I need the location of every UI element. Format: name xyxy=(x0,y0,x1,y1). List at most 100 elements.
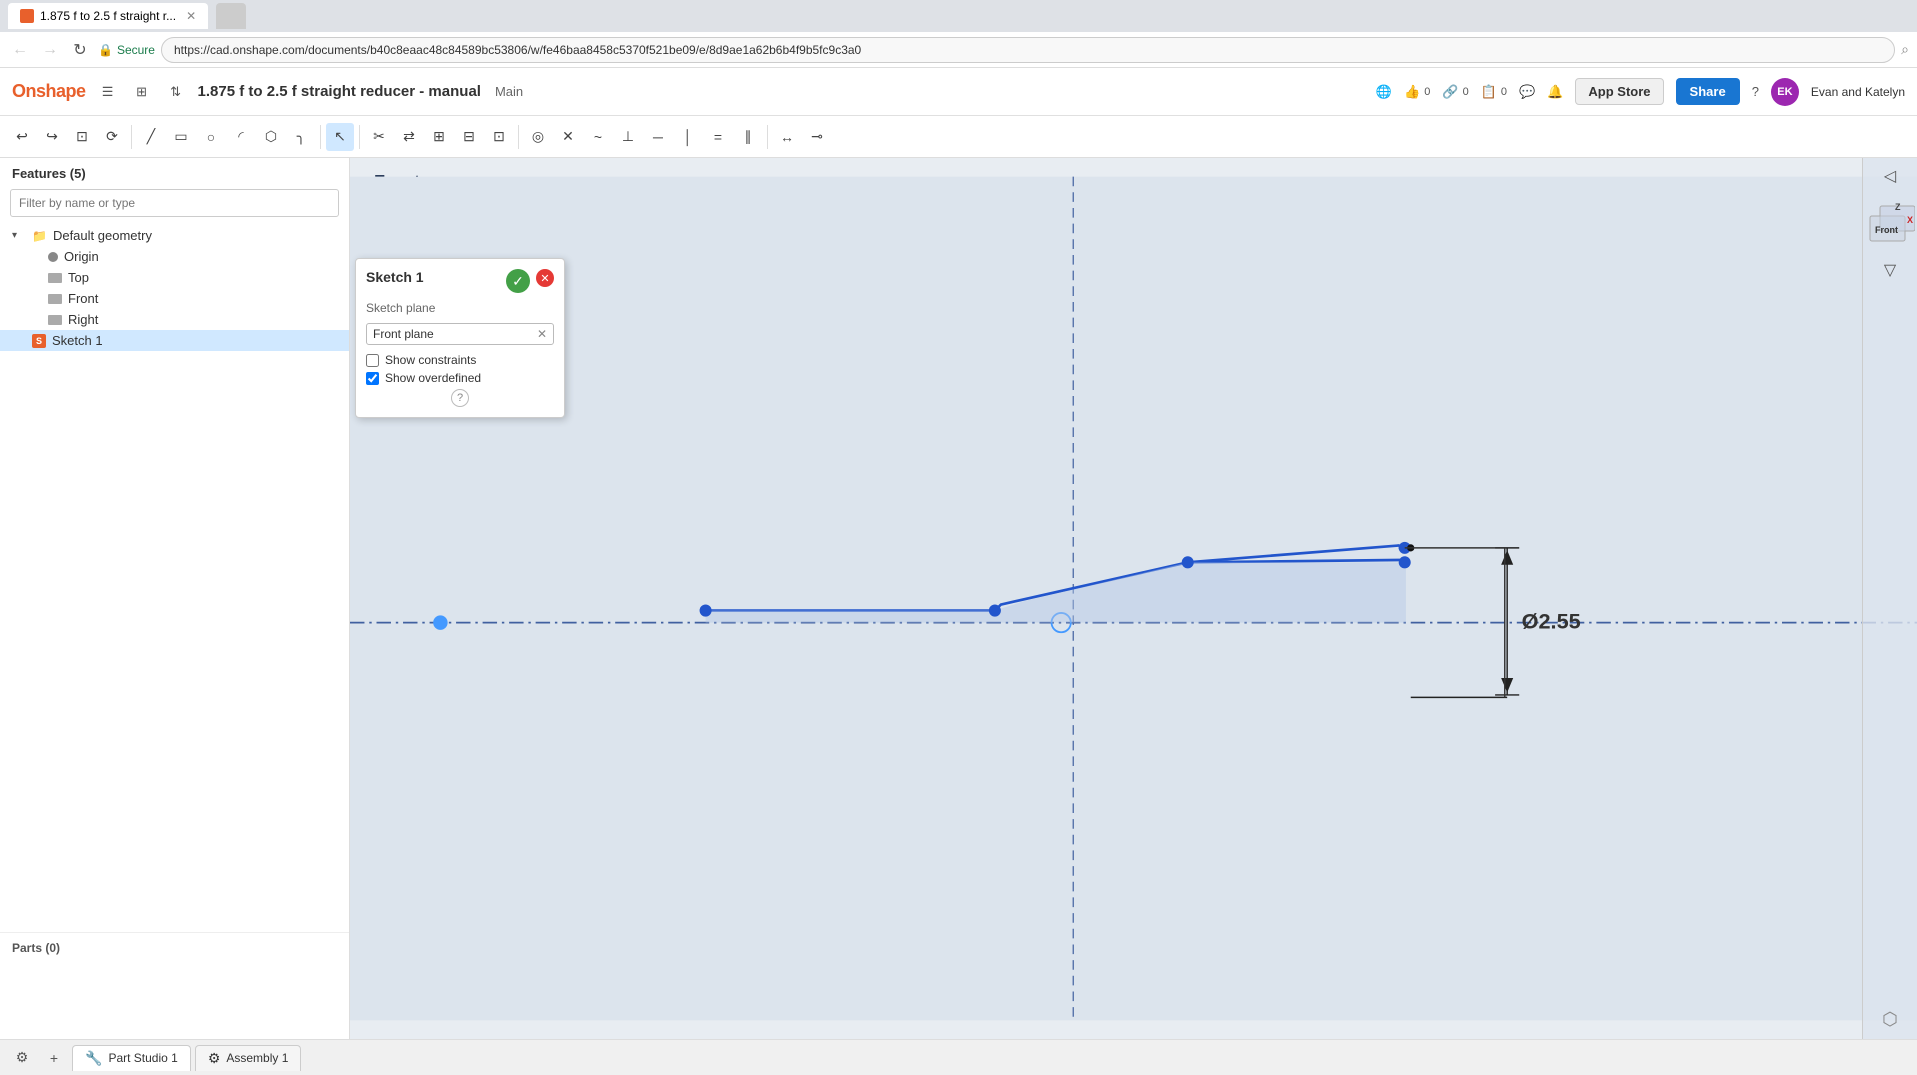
circle-btn[interactable]: ○ xyxy=(197,123,225,151)
tree-top[interactable]: Top xyxy=(0,267,349,288)
view-solid-btn[interactable]: ⬡ xyxy=(1876,1007,1904,1031)
tree-front[interactable]: Front xyxy=(0,288,349,309)
copies-btn[interactable]: 📋 0 xyxy=(1481,84,1507,100)
search-icon[interactable]: ⌕ xyxy=(1901,41,1909,58)
assembly-tab[interactable]: ⚙ Assembly 1 xyxy=(195,1045,302,1071)
view-controls: ◁ Front X Z ▽ ⬡ xyxy=(1862,158,1917,1039)
help-btn[interactable]: ? xyxy=(1752,84,1759,99)
part-studio-tab[interactable]: 🔧 Part Studio 1 xyxy=(72,1045,191,1071)
panel-help-btn[interactable]: ? xyxy=(451,389,469,407)
expand-icon: ▾ xyxy=(12,230,26,241)
add-tab-settings-btn[interactable]: ⚙ xyxy=(8,1044,36,1072)
notification-btn[interactable]: 🔔 xyxy=(1547,84,1563,100)
rect-btn[interactable]: ▭ xyxy=(167,123,195,151)
links-btn[interactable]: 🔗 0 xyxy=(1442,84,1468,100)
sort-btn[interactable]: ⇅ xyxy=(164,80,188,104)
trim-btn[interactable]: ✂ xyxy=(365,123,393,151)
sketch-panel: Sketch 1 ✓ ✕ Sketch plane Front plane ✕ … xyxy=(355,258,565,418)
vertical-btn[interactable]: │ xyxy=(674,123,702,151)
sketch-close-btn[interactable]: ✕ xyxy=(536,269,554,287)
top-folder-icon xyxy=(48,273,62,283)
copies-count: 0 xyxy=(1501,86,1507,98)
tree-origin[interactable]: Origin xyxy=(0,246,349,267)
pierce-btn[interactable]: ✕ xyxy=(554,123,582,151)
tangent-btn[interactable]: ~ xyxy=(584,123,612,151)
sketch1-label: Sketch 1 xyxy=(52,333,103,348)
likes-btn[interactable]: 👍 0 xyxy=(1404,84,1430,100)
forward-btn[interactable]: → xyxy=(38,38,62,62)
secure-label: Secure xyxy=(117,43,155,57)
copy-btn[interactable]: ⊡ xyxy=(68,123,96,151)
filter-input[interactable] xyxy=(10,189,339,217)
sketch-panel-title: Sketch 1 xyxy=(366,269,424,285)
bottom-bar: ⚙ + 🔧 Part Studio 1 ⚙ Assembly 1 xyxy=(0,1039,1917,1075)
app-header: Onshape ☰ ⊞ ⇅ 1.875 f to 2.5 f straight … xyxy=(0,68,1917,116)
hamburger-menu[interactable]: ☰ xyxy=(96,80,120,104)
features-header: Features (5) xyxy=(0,158,349,189)
fillet-btn[interactable]: ╮ xyxy=(287,123,315,151)
sketch-plane-label: Sketch plane xyxy=(366,301,435,315)
parallel-btn[interactable]: ∥ xyxy=(734,123,762,151)
equal-btn[interactable]: = xyxy=(704,123,732,151)
top-label: Top xyxy=(68,270,89,285)
tree-default-geometry[interactable]: ▾ 📁 Default geometry xyxy=(0,225,349,246)
tree-sketch1[interactable]: S Sketch 1 xyxy=(0,330,349,351)
browser-tab[interactable]: 1.875 f to 2.5 f straight r... ✕ xyxy=(8,3,208,29)
tree-right[interactable]: Right xyxy=(0,309,349,330)
right-label: Right xyxy=(68,312,98,327)
linear-pattern-btn[interactable]: ⊞ xyxy=(425,123,453,151)
globe-icon: 🌐 xyxy=(1376,84,1392,100)
select-btn[interactable]: ↖ xyxy=(326,123,354,151)
parts-header: Parts (0) xyxy=(0,932,349,959)
default-geometry-label: Default geometry xyxy=(53,228,152,243)
onshape-logo[interactable]: Onshape xyxy=(12,81,86,102)
new-tab-btn[interactable] xyxy=(216,3,246,29)
globe-btn[interactable]: 🌐 xyxy=(1376,84,1392,100)
perpendicular-btn[interactable]: ⊥ xyxy=(614,123,642,151)
construction-btn[interactable]: ⊸ xyxy=(803,123,831,151)
view-down-btn[interactable]: ▽ xyxy=(1876,258,1904,282)
viewport[interactable]: Front xyxy=(350,158,1917,1039)
grid-btn[interactable]: ⊟ xyxy=(455,123,483,151)
transform-btn[interactable]: ⟳ xyxy=(98,123,126,151)
filter-btn[interactable]: ⊞ xyxy=(130,80,154,104)
chat-btn[interactable]: 💬 xyxy=(1519,84,1535,100)
sep5 xyxy=(767,125,768,149)
view-left-btn[interactable]: ◁ xyxy=(1876,164,1904,188)
part-studio-icon: 🔧 xyxy=(85,1050,102,1067)
user-avatar[interactable]: EK xyxy=(1771,78,1799,106)
redo-btn[interactable]: ↪ xyxy=(38,123,66,151)
coincident-btn[interactable]: ◎ xyxy=(524,123,552,151)
plane-clear-btn[interactable]: ✕ xyxy=(537,327,547,341)
main-content: Features (5) ▾ 📁 Default geometry Origin… xyxy=(0,158,1917,1039)
links-count: 0 xyxy=(1463,86,1469,98)
polygon-btn[interactable]: ⬡ xyxy=(257,123,285,151)
url-bar[interactable] xyxy=(161,37,1895,63)
sketch-icon: S xyxy=(32,334,46,348)
toolbar: ↩ ↪ ⊡ ⟳ ╱ ▭ ○ ◜ ⬡ ╮ ↖ ✂ ⇄ ⊞ ⊟ ⊡ ◎ ✕ ~ ⊥ … xyxy=(0,116,1917,158)
refresh-btn[interactable]: ↻ xyxy=(68,38,92,62)
view-cube[interactable]: Front X Z xyxy=(1865,198,1915,248)
lock-icon: 🔒 xyxy=(98,43,113,57)
add-tab-btn[interactable]: + xyxy=(40,1044,68,1072)
horizontal-btn[interactable]: ─ xyxy=(644,123,672,151)
share-btn[interactable]: Share xyxy=(1676,78,1740,105)
doc-title: 1.875 f to 2.5 f straight reducer - manu… xyxy=(198,83,481,100)
undo-btn[interactable]: ↩ xyxy=(8,123,36,151)
dimension-btn[interactable]: ↔ xyxy=(773,123,801,151)
arc-btn[interactable]: ◜ xyxy=(227,123,255,151)
app-store-btn[interactable]: App Store xyxy=(1575,78,1663,105)
back-btn[interactable]: ← xyxy=(8,38,32,62)
show-overdefined-checkbox[interactable] xyxy=(366,372,379,385)
plane-selector[interactable]: Front plane ✕ xyxy=(366,323,554,345)
svg-text:Front: Front xyxy=(1875,225,1898,235)
sketch-ok-btn[interactable]: ✓ xyxy=(506,269,530,293)
origin-dot-icon xyxy=(48,252,58,262)
branch-label: Main xyxy=(495,84,523,99)
show-constraints-checkbox[interactable] xyxy=(366,354,379,367)
line-btn[interactable]: ╱ xyxy=(137,123,165,151)
tab-close-btn[interactable]: ✕ xyxy=(186,9,196,23)
mirror-btn[interactable]: ⇄ xyxy=(395,123,423,151)
measure-btn[interactable]: ⊡ xyxy=(485,123,513,151)
sep3 xyxy=(359,125,360,149)
